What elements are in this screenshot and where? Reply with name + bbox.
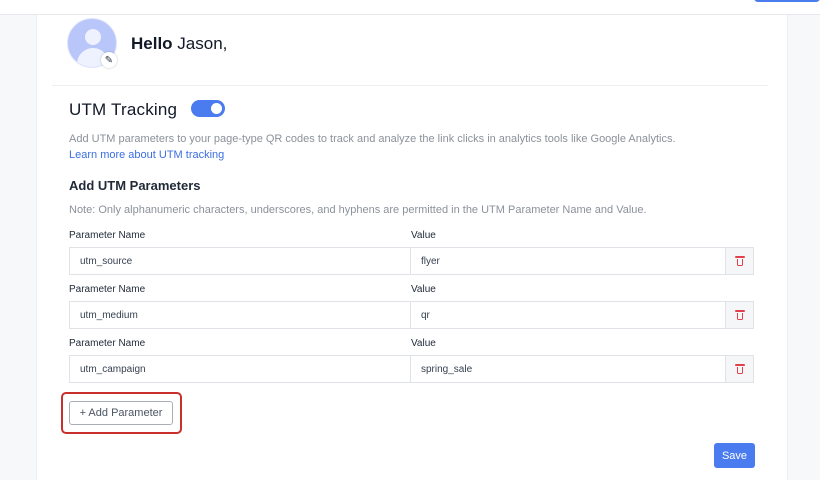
learn-more-link[interactable]: Learn more about UTM tracking	[69, 149, 224, 161]
utm-description: Add UTM parameters to your page-type QR …	[69, 133, 676, 145]
parameter-name-input[interactable]	[69, 247, 411, 275]
value-label: Value	[411, 230, 436, 241]
add-utm-parameters-title: Add UTM Parameters	[69, 178, 201, 193]
avatar-head-shape	[85, 29, 101, 45]
parameters-note: Note: Only alphanumeric characters, unde…	[69, 204, 647, 216]
value-label: Value	[411, 338, 436, 349]
parameter-name-input[interactable]	[69, 355, 411, 383]
greeting-prefix: Hello	[131, 34, 173, 53]
pencil-icon[interactable]: ✎	[101, 52, 117, 68]
delete-parameter-button[interactable]	[725, 301, 754, 329]
parameter-value-input[interactable]	[410, 301, 726, 329]
add-parameter-button[interactable]: + Add Parameter	[69, 401, 173, 425]
utm-tracking-toggle[interactable]	[191, 100, 225, 117]
top-bar-button[interactable]	[754, 0, 820, 2]
delete-parameter-button[interactable]	[725, 355, 754, 383]
parameter-name-input[interactable]	[69, 301, 411, 329]
parameter-value-input[interactable]	[410, 247, 726, 275]
parameter-name-label: Parameter Name	[69, 284, 146, 295]
settings-card: ✎ Hello Jason, UTM Tracking Add UTM para…	[36, 15, 788, 480]
top-bar	[0, 0, 820, 15]
user-name: Jason,	[177, 34, 228, 53]
trash-icon	[734, 256, 745, 266]
trash-icon	[734, 310, 745, 320]
parameter-value-input[interactable]	[410, 355, 726, 383]
delete-parameter-button[interactable]	[725, 247, 754, 275]
parameter-name-label: Parameter Name	[69, 338, 146, 349]
toggle-knob	[211, 103, 222, 114]
parameter-name-label: Parameter Name	[69, 230, 146, 241]
header-divider	[52, 85, 768, 86]
greeting: Hello Jason,	[131, 34, 227, 54]
utm-tracking-title: UTM Tracking	[69, 100, 178, 119]
save-button[interactable]: Save	[714, 443, 755, 468]
trash-icon	[734, 364, 745, 374]
value-label: Value	[411, 284, 436, 295]
